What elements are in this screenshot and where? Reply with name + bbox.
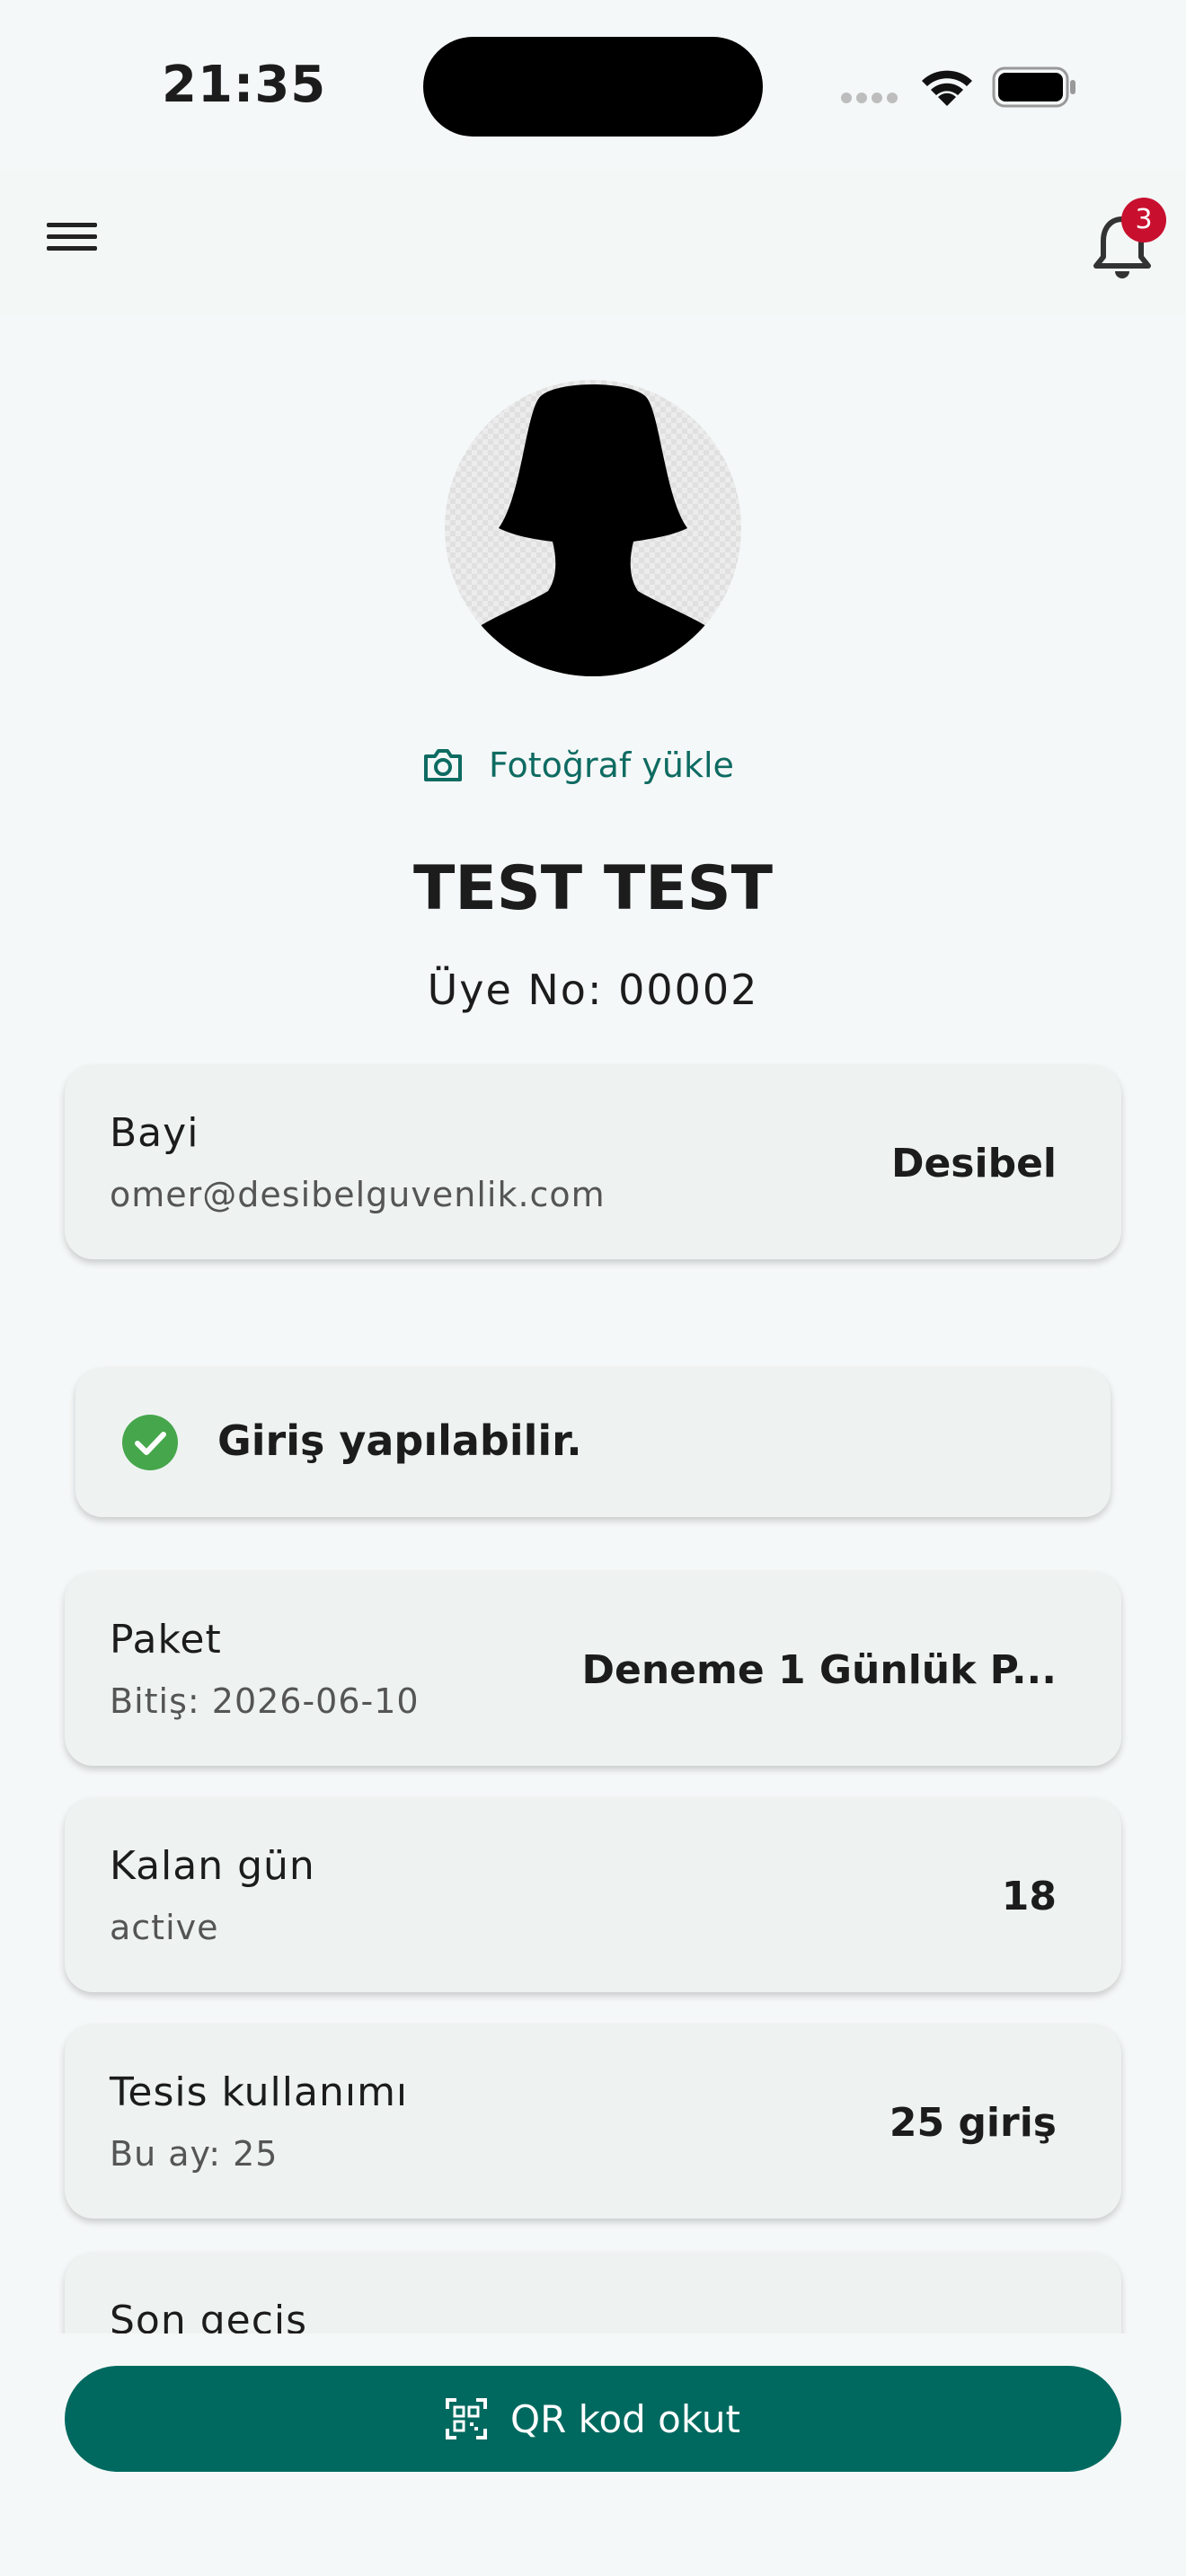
member-number: Üye No: 00002 [427, 966, 759, 1014]
dealer-card: Bayi omer@desibelguvenlik.com Desibel [65, 1065, 1121, 1259]
check-circle-icon [122, 1415, 178, 1470]
camera-icon [424, 749, 462, 781]
facility-usage-card: Tesis kullanımı Bu ay: 25 25 giriş [65, 2025, 1121, 2219]
dealer-email: omer@desibelguvenlik.com [110, 1175, 606, 1214]
status-bar: 21:35 [0, 0, 1186, 171]
remaining-days-value: 18 [1001, 1874, 1057, 1919]
scan-qr-label: QR kod okut [510, 2396, 740, 2441]
avatar[interactable] [445, 380, 741, 676]
app-bar [0, 171, 1186, 314]
wifi-icon [922, 70, 972, 106]
package-name: Deneme 1 Günlük P... [581, 1647, 1057, 1693]
package-title: Paket [110, 1617, 222, 1663]
membership-state: active [110, 1908, 219, 1947]
notification-badge: 3 [1121, 198, 1166, 243]
facility-usage-value: 25 giriş [889, 2100, 1057, 2146]
upload-photo-button[interactable]: Fotoğraf yükle [422, 738, 734, 792]
person-silhouette-icon [472, 384, 714, 676]
facility-usage-title: Tesis kullanımı [110, 2069, 409, 2115]
entry-status-card: Giriş yapılabilir. [75, 1368, 1111, 1517]
dynamic-island [423, 37, 763, 137]
dealer-title: Bayi [110, 1110, 199, 1156]
dealer-name: Desibel [890, 1141, 1057, 1187]
status-time: 21:35 [162, 56, 327, 114]
menu-icon[interactable] [47, 216, 104, 269]
remaining-days-card: Kalan gün active 18 [65, 1798, 1121, 1992]
scan-qr-button[interactable]: QR kod okut [65, 2366, 1121, 2472]
facility-usage-month: Bu ay: 25 [110, 2134, 279, 2174]
last-pass-card: Son geçiş [65, 2253, 1121, 2333]
cellular-signal-icon [841, 90, 904, 104]
member-name: TEST TEST [412, 853, 774, 924]
battery-icon [992, 66, 1075, 108]
upload-photo-label: Fotoğraf yükle [489, 745, 734, 785]
remaining-days-title: Kalan gün [110, 1843, 315, 1889]
qr-code-icon [446, 2398, 488, 2439]
last-pass-title: Son geçiş [110, 2298, 308, 2333]
package-card: Paket Bitiş: 2026-06-10 Deneme 1 Günlük … [65, 1572, 1121, 1766]
package-expiry: Bitiş: 2026-06-10 [110, 1681, 420, 1721]
entry-status-label: Giriş yapılabilir. [217, 1416, 582, 1465]
scroll-clip: Son geçiş [0, 2247, 1186, 2333]
